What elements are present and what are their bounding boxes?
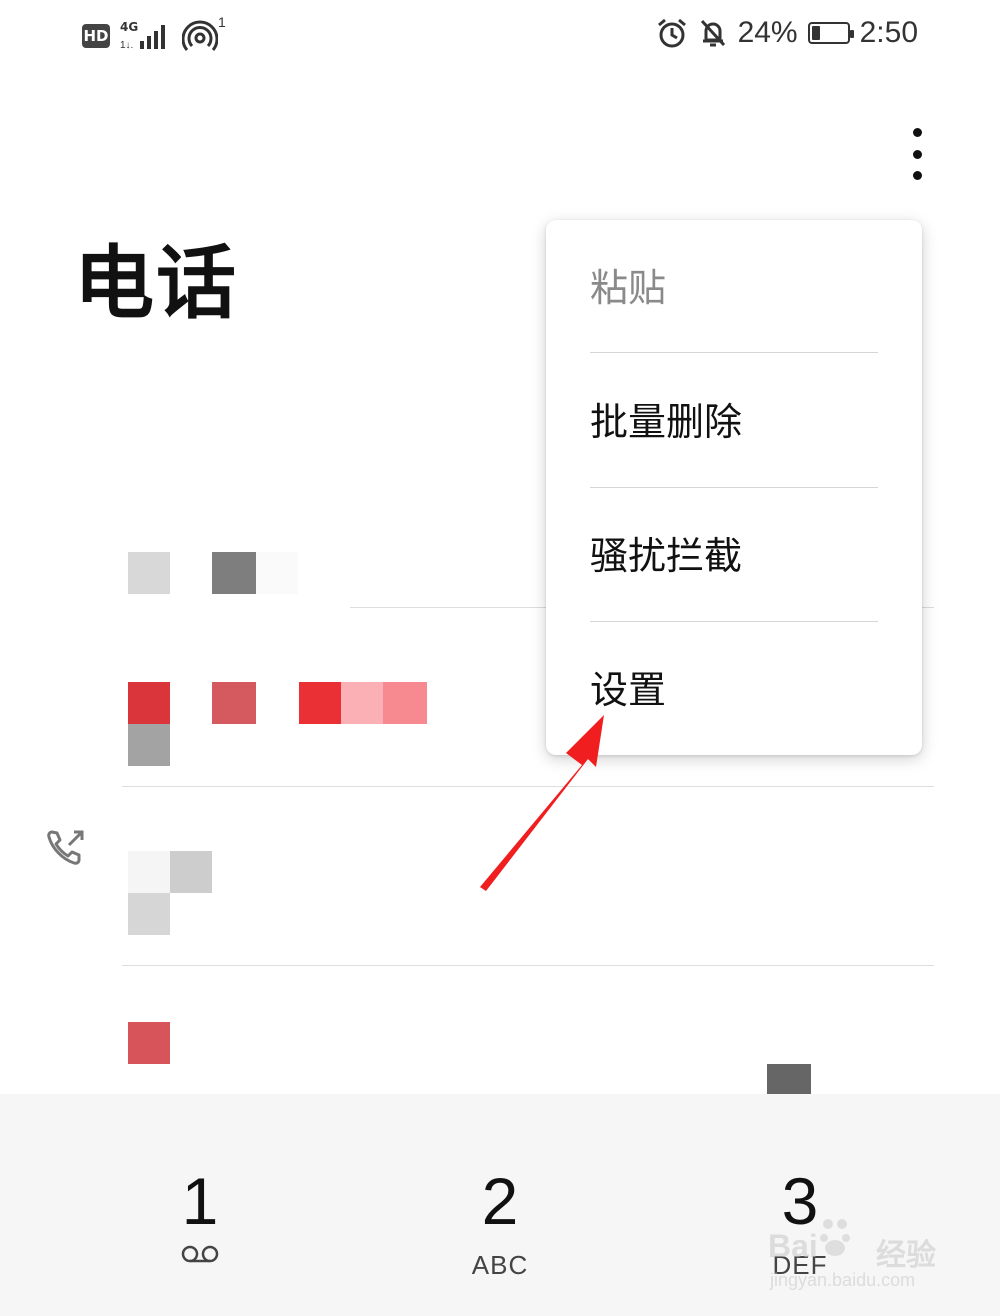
more-vertical-icon-dot <box>912 149 922 159</box>
svg-text:1↓.: 1↓. <box>120 40 133 51</box>
status-right: 24% 2:50 <box>656 16 918 50</box>
redacted-block <box>212 552 256 594</box>
dial-key-digit: 2 <box>481 1164 519 1238</box>
redacted-block <box>170 851 212 893</box>
battery-percent: 24% <box>737 16 798 49</box>
more-vertical-icon-dot <box>912 171 922 180</box>
overflow-menu: 粘贴 批量删除 骚扰拦截 设置 <box>546 220 922 755</box>
redacted-block <box>212 682 256 724</box>
watermark-url: jingyan.baidu.com <box>770 1270 916 1290</box>
redacted-block <box>128 682 170 724</box>
redacted-block <box>341 682 383 724</box>
dial-key-letters: ABC <box>471 1250 529 1280</box>
more-vertical-icon <box>912 128 922 137</box>
menu-divider <box>590 352 878 353</box>
alarm-icon <box>657 18 686 48</box>
dial-key-2[interactable]: 2 ABC <box>400 1166 600 1281</box>
battery-icon <box>807 22 854 44</box>
menu-item-paste[interactable]: 粘贴 <box>590 264 666 312</box>
baidu-watermark: Bai 经验 jingyan.baidu.com <box>768 1208 948 1298</box>
menu-item-block-harassment[interactable]: 骚扰拦截 <box>590 532 742 580</box>
redacted-block <box>128 724 170 766</box>
voicemail-icon <box>181 1245 219 1263</box>
status-bar: HD 4G 1↓. 1 24% 2:50 <box>0 0 1000 80</box>
annotation-arrow-icon <box>480 715 604 891</box>
signal-icon: 4G 1↓. <box>120 21 172 51</box>
redacted-block <box>383 682 427 724</box>
redacted-block <box>128 893 170 935</box>
clock: 2:50 <box>859 16 918 49</box>
battery-fill <box>811 26 820 40</box>
watermark-text: 经验 <box>876 1238 936 1273</box>
dial-key-1[interactable]: 1 <box>100 1166 300 1268</box>
redacted-block <box>128 851 170 893</box>
redacted-block <box>128 552 170 594</box>
hotspot-count: 1 <box>218 14 226 30</box>
menu-divider <box>590 487 878 488</box>
dial-key-digit: 1 <box>181 1164 219 1238</box>
watermark-brand: Bai <box>768 1228 818 1264</box>
call-log-row[interactable] <box>122 966 934 1108</box>
redacted-block <box>128 1022 170 1064</box>
paw-icon <box>820 1219 850 1256</box>
redacted-block <box>256 552 298 594</box>
more-options-button[interactable] <box>900 124 934 184</box>
page-title: 电话 <box>74 237 238 330</box>
hd-badge: HD <box>82 24 110 48</box>
menu-divider <box>590 621 878 622</box>
menu-item-batch-delete[interactable]: 批量删除 <box>590 398 742 446</box>
redacted-block <box>299 682 341 724</box>
outgoing-call-icon <box>47 830 84 865</box>
mute-icon <box>700 19 725 47</box>
hotspot-icon: 1 <box>181 14 226 54</box>
status-left: HD 4G 1↓. 1 <box>82 14 226 54</box>
